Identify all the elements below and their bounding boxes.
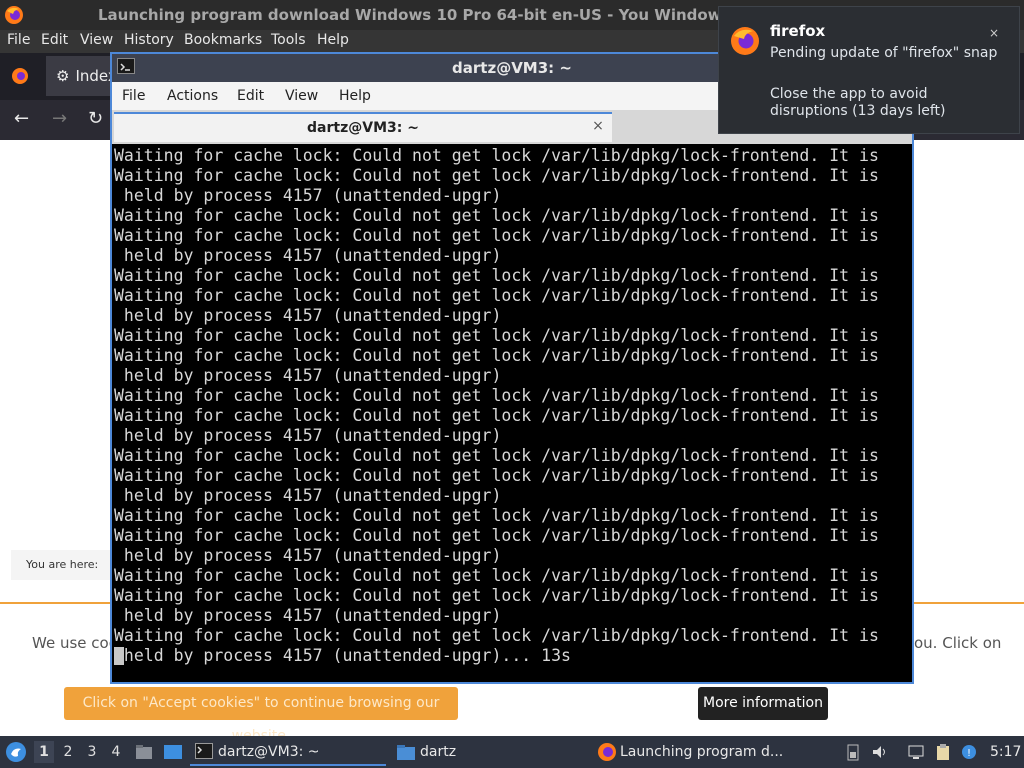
accept-cookies-note[interactable]: Click on "Accept cookies" to continue br… [64,687,458,744]
terminal-menu-edit[interactable]: Edit [237,88,264,104]
firefox-logo-icon [730,26,760,56]
back-arrow-icon[interactable]: ← [14,108,29,129]
terminal-menu-help[interactable]: Help [339,88,371,104]
workspace-1[interactable]: 1 [34,741,54,763]
workspace-3[interactable]: 3 [82,744,102,760]
updates-icon[interactable]: ! [960,743,978,761]
firefox-task-icon [597,742,617,762]
file-manager-launcher-icon[interactable] [135,743,153,761]
start-menu-icon[interactable] [5,741,27,763]
breadcrumb-label: You are here: [26,558,99,571]
workspace-2[interactable]: 2 [58,744,78,760]
firefox-menu-help[interactable]: Help [317,32,349,48]
notification-message: Pending update of "firefox" snap [770,45,998,61]
firefox-window-title: Launching program download Windows 10 Pr… [98,6,731,24]
taskbar-folder-label[interactable]: dartz [420,744,456,760]
firefox-menu-tools[interactable]: Tools [271,32,306,48]
volume-icon[interactable] [871,743,889,761]
folder-task-icon [396,743,416,761]
reload-icon[interactable]: ↻ [88,108,103,129]
terminal-menu-actions[interactable]: Actions [167,88,218,104]
workspace-4[interactable]: 4 [106,744,126,760]
firefox-tab[interactable]: ⚙ Index [46,56,117,96]
cookie-text-left: We use coo [32,634,118,652]
firefox-logo-icon [4,5,24,25]
cookie-text-right: ou. Click on [914,634,1002,652]
forward-arrow-icon[interactable]: → [52,108,67,129]
firefox-menu-view[interactable]: View [80,32,113,48]
show-desktop-icon[interactable] [163,743,183,761]
tab-close-icon[interactable]: × [590,118,606,134]
terminal-menu-file[interactable]: File [122,88,145,104]
notification-app-name: firefox [770,22,826,40]
taskbar-terminal-label: dartz@VM3: ~ [218,744,320,760]
terminal-app-icon [117,58,135,74]
battery-icon[interactable] [844,743,862,761]
terminal-task-icon [195,743,213,759]
firefox-menu-edit[interactable]: Edit [41,32,68,48]
terminal-tab[interactable]: dartz@VM3: ~ [114,112,612,142]
terminal-menu-view[interactable]: View [285,88,318,104]
tab-favicon-icon: ⚙ [56,67,70,85]
firefox-view-icon[interactable] [10,66,30,86]
clock[interactable]: 5:17 [990,744,1021,760]
notification-close-icon[interactable]: × [986,25,1002,41]
notification-detail: Close the app to avoid disruptions (13 d… [770,86,946,119]
terminal-tab-title: dartz@VM3: ~ [307,120,419,136]
svg-text:!: ! [967,748,971,759]
clipboard-icon[interactable] [934,743,952,761]
more-information-button[interactable]: More information [698,687,828,720]
terminal-output: Waiting for cache lock: Could not get lo… [114,146,879,665]
taskbar-firefox-label[interactable]: Launching program d... [620,744,783,760]
terminal-cursor [114,647,124,665]
firefox-menu-file[interactable]: File [7,32,30,48]
firefox-menu-history[interactable]: History [124,32,174,48]
firefox-menu-bookmarks[interactable]: Bookmarks [184,32,262,48]
network-icon[interactable] [907,743,925,761]
